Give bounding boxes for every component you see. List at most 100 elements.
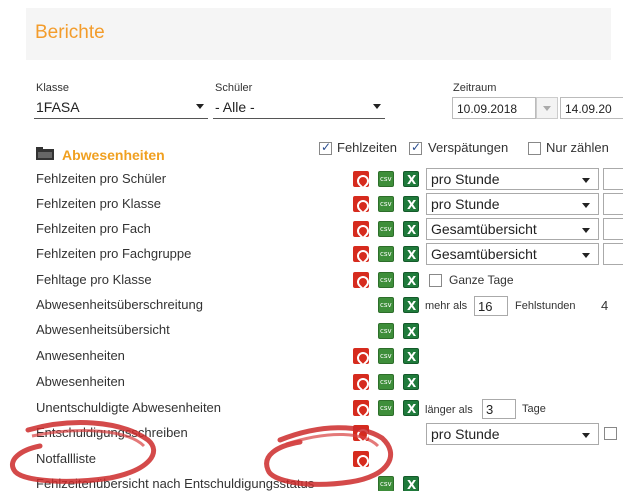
chevron-down-icon [582, 203, 590, 208]
report-row-label: Fehlzeiten pro Fach [36, 221, 151, 236]
row-option-select[interactable]: Gesamtübersicht [426, 218, 599, 240]
csv-icon[interactable] [378, 221, 394, 237]
klasse-value: 1FASA [36, 99, 80, 115]
tage-label: Tage [522, 403, 546, 415]
report-row-label: Fehlzeiten pro Fachgruppe [36, 246, 192, 261]
pdf-icon[interactable] [353, 348, 369, 364]
excel-icon[interactable] [403, 323, 419, 339]
excel-icon[interactable] [403, 196, 419, 212]
row-option-checkbox[interactable] [604, 427, 617, 440]
csv-icon[interactable] [378, 348, 394, 364]
date-to-value: 14.09.20 [565, 102, 612, 116]
klasse-label: Klasse [36, 82, 70, 94]
extra-value: 4 [601, 298, 609, 313]
csv-icon[interactable] [378, 246, 394, 262]
schueler-value: - Alle - [215, 99, 255, 115]
csv-icon[interactable] [378, 297, 394, 313]
ganze-tage-label: Ganze Tage [449, 273, 514, 287]
fehlstunden-label: Fehlstunden [515, 300, 576, 312]
row-option-select[interactable]: Gesamtübersicht [426, 243, 599, 265]
tage-value: 3 [486, 402, 494, 417]
select-value: Gesamtübersicht [431, 221, 537, 237]
mehr-als-label: mehr als [425, 300, 468, 312]
report-row-label: Notfallliste [36, 451, 96, 466]
chevron-down-icon [582, 253, 590, 258]
chevron-down-icon [373, 104, 381, 109]
fehlstunden-value: 16 [478, 299, 493, 314]
date-from-value: 10.09.2018 [457, 102, 518, 116]
csv-icon[interactable] [378, 400, 394, 416]
csv-icon[interactable] [378, 476, 394, 491]
zeitraum-label: Zeitraum [453, 82, 497, 94]
verspaetungen-label: Verspätungen [428, 140, 509, 155]
excel-icon[interactable] [403, 171, 419, 187]
select-value: Gesamtübersicht [431, 246, 537, 262]
report-row-label: Fehlzeiten pro Klasse [36, 196, 162, 211]
chevron-down-icon [582, 178, 590, 183]
tage-input[interactable]: 3 [482, 399, 516, 419]
report-row-label: Abwesenheitsüberschreitung [36, 297, 203, 312]
report-row-label: Fehlzeiten pro Schüler [36, 171, 167, 186]
row-option-select-2[interactable] [603, 168, 623, 190]
nur-zaehlen-label: Nur zählen [546, 140, 609, 155]
chevron-down-icon [543, 106, 551, 111]
schueler-select[interactable]: - Alle - [213, 97, 385, 119]
excel-icon[interactable] [403, 400, 419, 416]
date-from-picker-button[interactable] [536, 97, 558, 119]
excel-icon[interactable] [403, 374, 419, 390]
excel-icon[interactable] [403, 221, 419, 237]
pdf-icon[interactable] [353, 374, 369, 390]
page-title: Berichte [35, 22, 105, 43]
csv-icon[interactable] [378, 323, 394, 339]
date-from-input[interactable]: 10.09.2018 [452, 97, 536, 119]
reports-header: Berichte [26, 8, 611, 60]
report-row-label: Abwesenheiten [36, 374, 125, 389]
schueler-label: Schüler [215, 82, 253, 94]
csv-icon[interactable] [378, 196, 394, 212]
verspaetungen-checkbox[interactable] [409, 140, 422, 155]
pdf-icon[interactable] [353, 171, 369, 187]
select-value: pro Stunde [431, 196, 500, 212]
excel-icon[interactable] [403, 348, 419, 364]
select-value: pro Stunde [431, 171, 500, 187]
report-row-label: Anwesenheiten [36, 348, 125, 363]
fehlstunden-input[interactable]: 16 [474, 296, 508, 316]
chevron-down-icon [582, 228, 590, 233]
folder-icon [36, 147, 54, 160]
select-value: pro Stunde [431, 426, 500, 442]
excel-icon[interactable] [403, 246, 419, 262]
pdf-icon[interactable] [353, 221, 369, 237]
ganze-tage-checkbox[interactable] [429, 274, 442, 287]
pdf-icon[interactable] [353, 400, 369, 416]
report-row-label: Unentschuldigte Abwesenheiten [36, 400, 222, 415]
chevron-down-icon [582, 433, 590, 438]
date-to-input[interactable]: 14.09.20 [560, 97, 623, 119]
row-option-select[interactable]: pro Stunde [426, 193, 599, 215]
pdf-icon[interactable] [353, 246, 369, 262]
csv-icon[interactable] [378, 272, 394, 288]
row-option-select-2[interactable] [603, 193, 623, 215]
row-option-select[interactable]: pro Stunde [426, 168, 599, 190]
fehlzeiten-checkbox[interactable] [319, 140, 332, 155]
row-option-select-2[interactable] [603, 243, 623, 265]
csv-icon[interactable] [378, 171, 394, 187]
row-option-select-2[interactable] [603, 218, 623, 240]
pdf-icon[interactable] [353, 425, 369, 441]
report-row-label: Abwesenheitsübersicht [36, 322, 170, 337]
excel-icon[interactable] [403, 476, 419, 491]
fehlzeiten-label: Fehlzeiten [337, 140, 397, 155]
excel-icon[interactable] [403, 272, 419, 288]
excel-icon[interactable] [403, 297, 419, 313]
section-title: Abwesenheiten [62, 147, 165, 163]
report-row-label: Fehltage pro Klasse [36, 272, 152, 287]
chevron-down-icon [196, 104, 204, 109]
report-row-label: Fehlzeitenübersicht nach Entschuldigungs… [36, 476, 315, 491]
nur-zaehlen-checkbox[interactable] [528, 142, 541, 155]
klasse-select[interactable]: 1FASA [34, 97, 208, 119]
row-option-select[interactable]: pro Stunde [426, 423, 599, 445]
report-row-label: Entschuldigungsschreiben [36, 425, 188, 440]
pdf-icon[interactable] [353, 272, 369, 288]
pdf-icon[interactable] [353, 196, 369, 212]
csv-icon[interactable] [378, 374, 394, 390]
pdf-icon[interactable] [353, 451, 369, 467]
